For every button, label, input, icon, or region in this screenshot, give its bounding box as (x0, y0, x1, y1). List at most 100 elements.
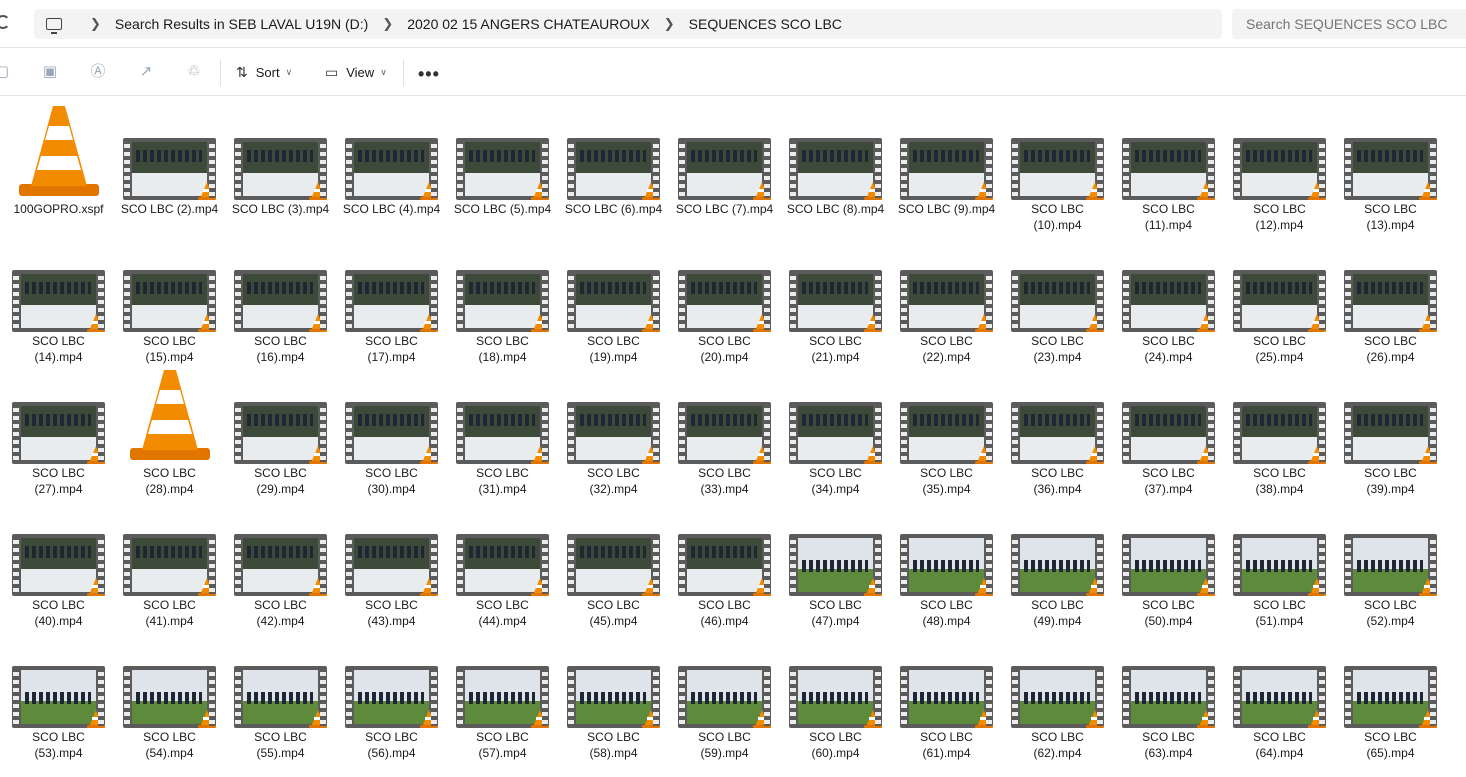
search-input[interactable] (1232, 9, 1466, 39)
paste-icon[interactable]: ▣ (42, 64, 58, 80)
file-name-line: (15).mp4 (145, 349, 194, 364)
file-item[interactable]: SCO LBC (16).mp4 (225, 232, 336, 364)
breadcrumb[interactable]: ❯ Search Results in SEB LAVAL U19N (D:) … (34, 9, 1222, 39)
file-item[interactable]: SCO LBC (46).mp4 (669, 496, 780, 628)
more-options-button[interactable]: ••• (418, 64, 440, 85)
file-item[interactable]: SCO LBC (58).mp4 (558, 628, 669, 760)
file-item[interactable]: SCO LBC (33).mp4 (669, 364, 780, 496)
sort-button[interactable]: ⇅ Sort ∨ (236, 61, 292, 83)
file-name-line: (14).mp4 (34, 349, 83, 364)
file-item[interactable]: SCO LBC (44).mp4 (447, 496, 558, 628)
file-item[interactable]: SCO LBC (3).mp4 (225, 100, 336, 232)
file-item[interactable]: SCO LBC (7).mp4 (669, 100, 780, 232)
chevron-right-icon[interactable]: ❯ (382, 16, 393, 32)
file-item[interactable]: SCO LBC (28).mp4 (114, 364, 225, 496)
file-item[interactable]: SCO LBC (63).mp4 (1113, 628, 1224, 760)
file-name-line: (28).mp4 (145, 481, 194, 496)
file-item[interactable]: SCO LBC (11).mp4 (1113, 100, 1224, 232)
file-item[interactable]: SCO LBC (31).mp4 (447, 364, 558, 496)
file-name: SCO LBC (54).mp4 (114, 730, 225, 761)
file-item[interactable]: SCO LBC (5).mp4 (447, 100, 558, 232)
file-name-line: (59).mp4 (700, 745, 749, 760)
breadcrumb-item-match[interactable]: 2020 02 15 ANGERS CHATEAUROUX (407, 16, 650, 32)
file-item[interactable]: SCO LBC (24).mp4 (1113, 232, 1224, 364)
file-item[interactable]: SCO LBC (52).mp4 (1335, 496, 1446, 628)
file-item[interactable]: SCO LBC (32).mp4 (558, 364, 669, 496)
file-item[interactable]: SCO LBC (15).mp4 (114, 232, 225, 364)
file-item[interactable]: SCO LBC (61).mp4 (891, 628, 1002, 760)
file-item[interactable]: SCO LBC (59).mp4 (669, 628, 780, 760)
file-name-line: (51).mp4 (1255, 613, 1304, 628)
file-item[interactable]: SCO LBC (60).mp4 (780, 628, 891, 760)
chevron-right-icon[interactable]: ❯ (664, 16, 675, 32)
file-item[interactable]: SCO LBC (43).mp4 (336, 496, 447, 628)
file-name-line: SCO LBC (254, 598, 307, 612)
video-thumbnail (1122, 138, 1215, 200)
copy-icon[interactable]: ▢ (0, 64, 10, 80)
file-item[interactable]: SCO LBC (21).mp4 (780, 232, 891, 364)
file-item[interactable]: SCO LBC (65).mp4 (1335, 628, 1446, 760)
rename-icon[interactable]: Ⓐ (90, 64, 106, 80)
file-item[interactable]: SCO LBC (57).mp4 (447, 628, 558, 760)
file-item[interactable]: SCO LBC (19).mp4 (558, 232, 669, 364)
vlc-badge-base (864, 329, 882, 332)
file-item[interactable]: SCO LBC (30).mp4 (336, 364, 447, 496)
file-name-line: SCO LBC (1364, 466, 1417, 480)
file-item[interactable]: SCO LBC (20).mp4 (669, 232, 780, 364)
file-name-line: 100GOPRO.xspf (13, 202, 104, 216)
file-item[interactable]: SCO LBC (38).mp4 (1224, 364, 1335, 496)
file-item[interactable]: SCO LBC (29).mp4 (225, 364, 336, 496)
file-item[interactable]: SCO LBC (62).mp4 (1002, 628, 1113, 760)
file-item[interactable]: SCO LBC (47).mp4 (780, 496, 891, 628)
file-item[interactable]: SCO LBC (41).mp4 (114, 496, 225, 628)
file-item[interactable]: SCO LBC (51).mp4 (1224, 496, 1335, 628)
file-name: SCO LBC (28).mp4 (114, 466, 225, 497)
file-item[interactable]: SCO LBC (54).mp4 (114, 628, 225, 760)
file-name-line: SCO LBC (4).mp4 (342, 202, 441, 216)
file-item[interactable]: SCO LBC (39).mp4 (1335, 364, 1446, 496)
file-item[interactable]: SCO LBC (18).mp4 (447, 232, 558, 364)
chevron-right-icon[interactable]: ❯ (90, 16, 101, 32)
view-button[interactable]: ▭ View ∨ (325, 61, 387, 83)
file-item[interactable]: SCO LBC (26).mp4 (1335, 232, 1446, 364)
file-item[interactable]: SCO LBC (6).mp4 (558, 100, 669, 232)
file-item[interactable]: SCO LBC (25).mp4 (1224, 232, 1335, 364)
file-item[interactable]: SCO LBC (22).mp4 (891, 232, 1002, 364)
file-item[interactable]: SCO LBC (17).mp4 (336, 232, 447, 364)
file-item[interactable]: SCO LBC (49).mp4 (1002, 496, 1113, 628)
share-icon[interactable]: ↗ (138, 64, 154, 80)
file-item[interactable]: SCO LBC (35).mp4 (891, 364, 1002, 496)
file-item[interactable]: SCO LBC (64).mp4 (1224, 628, 1335, 760)
file-item[interactable]: SCO LBC (27).mp4 (3, 364, 114, 496)
file-item[interactable]: 100GOPRO.xspf (3, 100, 114, 232)
file-item[interactable]: SCO LBC (55).mp4 (225, 628, 336, 760)
file-name-line: (27).mp4 (34, 481, 83, 496)
file-name: SCO LBC (16).mp4 (225, 334, 336, 365)
refresh-icon[interactable] (0, 15, 10, 29)
file-item[interactable]: SCO LBC (53).mp4 (3, 628, 114, 760)
file-item[interactable]: SCO LBC (48).mp4 (891, 496, 1002, 628)
file-item[interactable]: SCO LBC (12).mp4 (1224, 100, 1335, 232)
file-item[interactable]: SCO LBC (9).mp4 (891, 100, 1002, 232)
file-item[interactable]: SCO LBC (23).mp4 (1002, 232, 1113, 364)
file-item[interactable]: SCO LBC (2).mp4 (114, 100, 225, 232)
file-item[interactable]: SCO LBC (4).mp4 (336, 100, 447, 232)
file-item[interactable]: SCO LBC (36).mp4 (1002, 364, 1113, 496)
file-item[interactable]: SCO LBC (34).mp4 (780, 364, 891, 496)
file-item[interactable]: SCO LBC (13).mp4 (1335, 100, 1446, 232)
computer-icon[interactable] (46, 18, 62, 34)
trash-icon[interactable]: ♲ (186, 64, 202, 80)
file-item[interactable]: SCO LBC (45).mp4 (558, 496, 669, 628)
file-name-line: SCO LBC (698, 334, 751, 348)
file-item[interactable]: SCO LBC (10).mp4 (1002, 100, 1113, 232)
file-item[interactable]: SCO LBC (56).mp4 (336, 628, 447, 760)
file-item[interactable]: SCO LBC (37).mp4 (1113, 364, 1224, 496)
file-item[interactable]: SCO LBC (40).mp4 (3, 496, 114, 628)
breadcrumb-item-folder[interactable]: SEQUENCES SCO LBC (689, 16, 842, 32)
file-item[interactable]: SCO LBC (14).mp4 (3, 232, 114, 364)
breadcrumb-item-drive[interactable]: Search Results in SEB LAVAL U19N (D:) (115, 16, 368, 32)
file-item[interactable]: SCO LBC (8).mp4 (780, 100, 891, 232)
file-item[interactable]: SCO LBC (50).mp4 (1113, 496, 1224, 628)
file-name-line: SCO LBC (1253, 202, 1306, 216)
file-item[interactable]: SCO LBC (42).mp4 (225, 496, 336, 628)
